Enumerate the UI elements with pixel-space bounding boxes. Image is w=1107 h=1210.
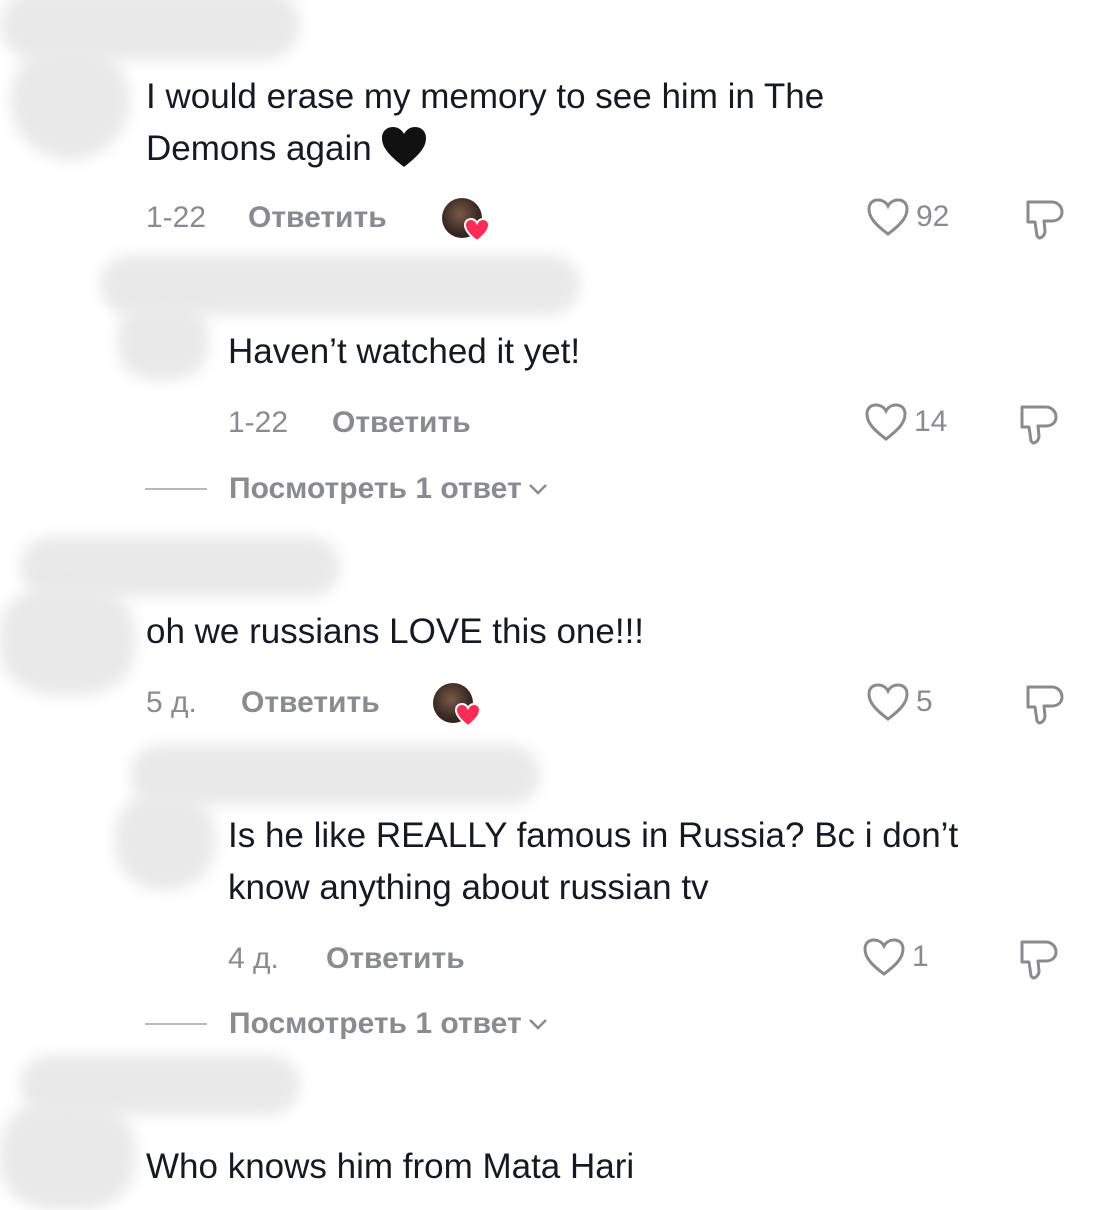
dislike-icon[interactable] xyxy=(1016,938,1062,982)
comment-text-line: Demons again xyxy=(146,129,372,168)
reply-button[interactable]: Ответить xyxy=(248,201,387,235)
chevron-down-icon xyxy=(528,1019,547,1030)
comment-text-line: know anything about russian tv xyxy=(228,868,709,907)
view-replies-button[interactable]: Посмотреть 1 ответ xyxy=(145,472,548,506)
comment-date: 1-22 xyxy=(146,201,207,234)
comment-text: Who knows him from Mata Hari xyxy=(146,1147,635,1186)
reply-button[interactable]: Ответить xyxy=(332,406,471,440)
reply-button[interactable]: Ответить xyxy=(241,686,380,720)
chevron-down-icon xyxy=(528,484,547,495)
view-replies-label: Посмотреть 1 ответ xyxy=(229,472,522,505)
redacted-avatar-3 xyxy=(0,585,135,695)
like-button[interactable]: 1 xyxy=(862,937,929,977)
like-count: 92 xyxy=(916,200,950,233)
comment-text: oh we russians LOVE this one!!! xyxy=(146,612,645,651)
view-replies-button[interactable]: Посмотреть 1 ответ xyxy=(145,1007,548,1041)
comment-text: I would erase my memory to see him in Th… xyxy=(146,71,824,183)
heart-badge-icon xyxy=(455,703,481,727)
comment-date: 5 д. xyxy=(146,686,197,719)
heart-outline-icon xyxy=(865,403,907,441)
like-button[interactable]: 92 xyxy=(866,197,949,237)
comment-text: Haven’t watched it yet! xyxy=(228,332,581,371)
like-button[interactable]: 14 xyxy=(864,402,947,442)
heart-outline-icon xyxy=(867,198,909,236)
redacted-avatar-2 xyxy=(118,300,208,380)
view-replies-label: Посмотреть 1 ответ xyxy=(229,1007,522,1040)
like-button[interactable]: 5 xyxy=(866,682,933,722)
heart-outline-icon xyxy=(863,938,905,976)
comment-text-line: I would erase my memory to see him in Th… xyxy=(146,77,825,116)
creator-liked-badge xyxy=(442,198,490,246)
redacted-avatar-4 xyxy=(115,790,215,890)
like-count: 1 xyxy=(912,940,929,973)
creator-liked-badge xyxy=(433,683,481,731)
heart-badge-icon xyxy=(464,218,490,242)
comment-date: 1-22 xyxy=(228,406,289,439)
like-count: 14 xyxy=(914,405,948,438)
divider xyxy=(145,1023,207,1025)
comment-text: Is he like REALLY famous in Russia? Bc i… xyxy=(228,810,958,914)
comment-date: 4 д. xyxy=(228,942,279,975)
dislike-icon[interactable] xyxy=(1022,683,1068,727)
dislike-icon[interactable] xyxy=(1016,403,1062,447)
heart-outline-icon xyxy=(867,683,909,721)
black-heart-icon xyxy=(380,126,428,183)
like-count: 5 xyxy=(916,685,933,718)
dislike-icon[interactable] xyxy=(1022,198,1068,242)
redacted-avatar-5 xyxy=(0,1100,135,1210)
comment-text-line: Is he like REALLY famous in Russia? Bc i… xyxy=(228,816,959,855)
reply-button[interactable]: Ответить xyxy=(326,942,465,976)
redacted-avatar-1 xyxy=(10,40,130,160)
divider xyxy=(145,488,207,490)
